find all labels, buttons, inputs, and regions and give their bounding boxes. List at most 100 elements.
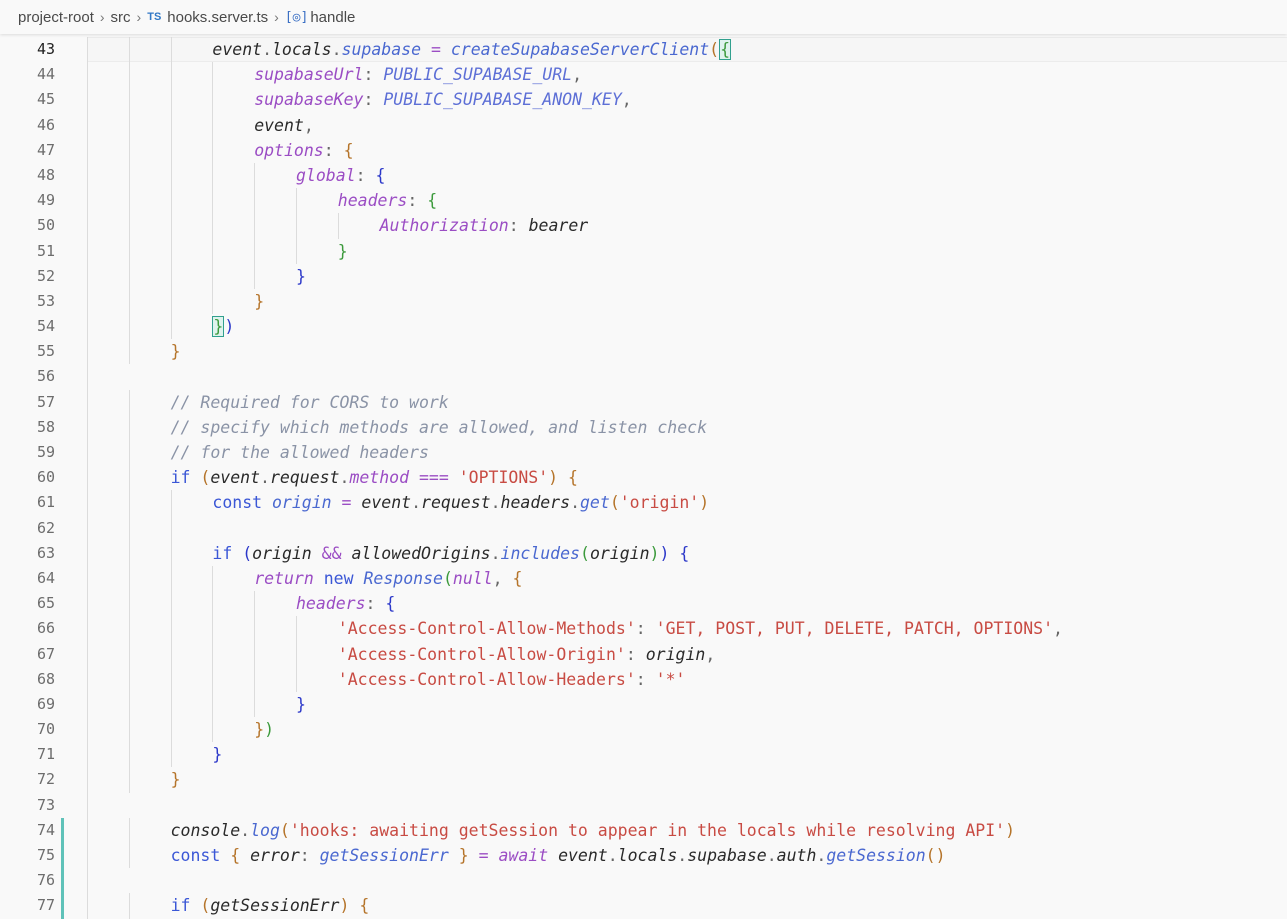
modified-line-marker[interactable] [61, 868, 64, 893]
indent-guide [87, 239, 129, 264]
code-token: supabase [687, 846, 766, 865]
code-line[interactable]: 56 [0, 364, 1287, 389]
code-token: // specify which methods are allowed, an… [171, 418, 707, 437]
code-token: get [580, 493, 610, 512]
code-line[interactable]: 59// for the allowed headers [0, 440, 1287, 465]
indent-guide [87, 314, 129, 339]
code-line[interactable]: 44supabaseUrl: PUBLIC_SUPABASE_URL, [0, 62, 1287, 87]
code-line[interactable]: 77if (getSessionErr) { [0, 893, 1287, 918]
code-line[interactable]: 45supabaseKey: PUBLIC_SUPABASE_ANON_KEY, [0, 87, 1287, 112]
code-line[interactable]: 76 [0, 868, 1287, 893]
code-content: } [87, 264, 306, 289]
code-token: createSupabaseServerClient [451, 40, 709, 59]
code-line[interactable]: 71} [0, 742, 1287, 767]
code-line[interactable]: 55} [0, 339, 1287, 364]
code-token: . [608, 846, 618, 865]
indent-guide [171, 37, 213, 62]
code-line[interactable]: 72} [0, 767, 1287, 792]
indent-guide [129, 163, 171, 188]
code-content: headers: { [87, 591, 395, 616]
indent-guide [171, 138, 213, 163]
code-content: event.locals.supabase = createSupabaseSe… [87, 37, 731, 62]
code-line[interactable]: 49headers: { [0, 188, 1287, 213]
code-line[interactable]: 73 [0, 793, 1287, 818]
code-token: , [304, 116, 314, 135]
code-token: , [705, 645, 715, 664]
code-token: : [366, 594, 386, 613]
code-line[interactable]: 64return new Response(null, { [0, 566, 1287, 591]
code-line[interactable]: 68'Access-Control-Allow-Headers': '*' [0, 667, 1287, 692]
code-token: const [212, 493, 272, 512]
code-token: log [250, 821, 280, 840]
breadcrumb-root[interactable]: project-root [18, 9, 94, 26]
code-token: getSessionErr [210, 896, 339, 915]
code-content: if (origin && allowedOrigins.includes(or… [87, 541, 689, 566]
code-line[interactable]: 43event.locals.supabase = createSupabase… [0, 37, 1287, 62]
code-line[interactable]: 54}) [0, 314, 1287, 339]
code-line[interactable]: 57 // Required for CORS to work [0, 390, 1287, 415]
chevron-right-icon: › [100, 9, 105, 25]
code-line[interactable]: 60if (event.request.method === 'OPTIONS'… [0, 465, 1287, 490]
code-line[interactable]: 70}) [0, 717, 1287, 742]
indent-guide [296, 616, 338, 641]
code-token: 'hooks: awaiting getSession to appear in… [290, 821, 1005, 840]
line-number: 46 [0, 113, 55, 138]
code-token: ( [610, 493, 620, 512]
code-token: ) [650, 544, 660, 563]
code-line[interactable]: 66'Access-Control-Allow-Methods': 'GET, … [0, 616, 1287, 641]
code-line[interactable]: 69} [0, 692, 1287, 717]
indent-guide [87, 717, 129, 742]
code-line[interactable]: 50Authorization: bearer [0, 213, 1287, 238]
line-number: 71 [0, 742, 55, 767]
line-number: 57 [0, 390, 55, 415]
indent-guide [87, 138, 129, 163]
code-line[interactable]: 65headers: { [0, 591, 1287, 616]
indent-guide [129, 188, 171, 213]
code-token: } [296, 267, 306, 286]
code-line[interactable]: 58// specify which methods are allowed, … [0, 415, 1287, 440]
code-line[interactable]: 48global: { [0, 163, 1287, 188]
code-line[interactable]: 46event, [0, 113, 1287, 138]
chevron-right-icon: › [274, 9, 279, 25]
code-editor[interactable]: 43event.locals.supabase = createSupabase… [0, 37, 1287, 916]
code-token: origin [272, 493, 332, 512]
indent-guide [171, 87, 213, 112]
code-line[interactable]: 47options: { [0, 138, 1287, 163]
code-token: 'Access-Control-Allow-Headers' [338, 670, 636, 689]
code-line[interactable]: 67'Access-Control-Allow-Origin': origin, [0, 642, 1287, 667]
indent-guide [87, 465, 129, 490]
code-line[interactable]: 75const { error: getSessionErr } = await… [0, 843, 1287, 868]
code-line[interactable]: 53} [0, 289, 1287, 314]
line-number: 64 [0, 566, 55, 591]
code-token: origin [252, 544, 312, 563]
code-token: allowedOrigins [352, 544, 491, 563]
modified-line-marker[interactable] [61, 818, 64, 843]
code-token: } [296, 695, 306, 714]
code-line[interactable]: 61const origin = event.request.headers.g… [0, 490, 1287, 515]
code-line[interactable]: 63if (origin && allowedOrigins.includes(… [0, 541, 1287, 566]
indent-guide [87, 818, 129, 843]
code-token: headers [296, 594, 366, 613]
code-token: { [719, 39, 731, 60]
code-token: : [626, 645, 646, 664]
line-number: 59 [0, 440, 55, 465]
modified-line-marker[interactable] [61, 893, 64, 918]
breadcrumb-folder[interactable]: src [111, 9, 131, 26]
breadcrumb-symbol[interactable]: handle [310, 9, 355, 26]
indent-guide [129, 213, 171, 238]
code-line[interactable]: 62 [0, 516, 1287, 541]
breadcrumb-file[interactable]: hooks.server.ts [167, 9, 268, 26]
code-line[interactable]: 52} [0, 264, 1287, 289]
modified-line-marker[interactable] [61, 843, 64, 868]
indent-guide [212, 163, 254, 188]
indent-guide [212, 717, 254, 742]
line-number: 45 [0, 87, 55, 112]
code-line[interactable]: 74console.log('hooks: awaiting getSessio… [0, 818, 1287, 843]
code-content: // Required for CORS to work [87, 390, 449, 415]
code-content: Authorization: bearer [87, 213, 588, 238]
indent-guide [212, 667, 254, 692]
code-line[interactable]: 51} [0, 239, 1287, 264]
indent-guide [129, 415, 171, 440]
indent-guide [129, 339, 171, 364]
code-token: ( [709, 40, 719, 59]
